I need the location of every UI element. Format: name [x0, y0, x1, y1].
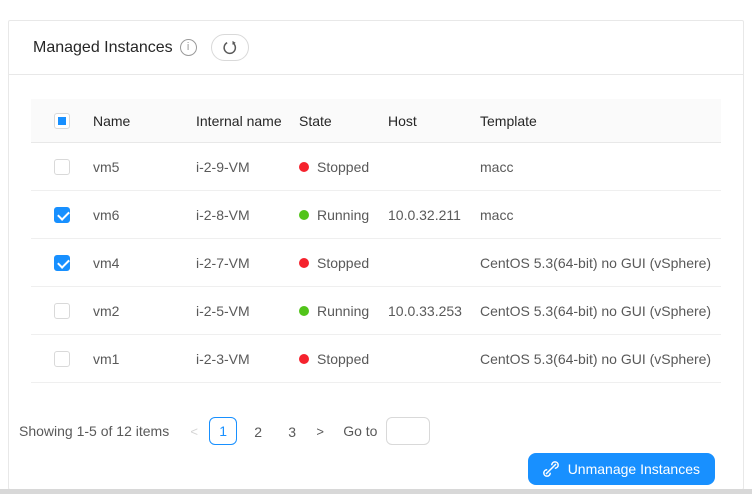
row-checkbox-cell — [31, 350, 93, 367]
goto-label: Go to — [343, 423, 378, 439]
state-dot — [299, 161, 309, 172]
table-row: vm6 i-2-8-VM Running 10.0.32.211 macc — [31, 191, 721, 239]
state-dot — [299, 257, 309, 268]
state-dot — [299, 305, 309, 316]
next-page-icon[interactable]: > — [309, 424, 331, 439]
table-header-row: Name Internal name State Host Template — [31, 99, 721, 143]
row-checkbox[interactable] — [54, 158, 70, 175]
cell-template: macc — [480, 206, 514, 223]
row-checkbox-cell — [31, 206, 93, 223]
pagination-pages: 123 — [205, 417, 309, 445]
cell-state-label: Stopped — [317, 350, 370, 367]
cell-state: Stopped — [299, 255, 388, 271]
cell-host: 10.0.33.253 — [388, 302, 462, 319]
pagination: Showing 1-5 of 12 items < 123 > Go to — [19, 416, 721, 446]
reload-icon — [222, 40, 237, 55]
row-checkbox-cell — [31, 302, 93, 319]
cell-internal-name: i-2-7-VM — [196, 254, 250, 271]
cell-template: CentOS 5.3(64-bit) no GUI (vSphere) — [480, 302, 712, 319]
goto-page-input[interactable] — [386, 417, 431, 445]
card-body: Name Internal name State Host Template v… — [9, 75, 743, 485]
page-button-1[interactable]: 1 — [209, 417, 238, 445]
cell-state: Stopped — [299, 351, 388, 367]
state-dot — [299, 209, 309, 220]
cell-template: CentOS 5.3(64-bit) no GUI (vSphere) — [480, 254, 712, 271]
cell-name: vm1 — [93, 350, 120, 367]
refresh-button[interactable] — [210, 34, 249, 61]
cell-host: 10.0.32.211 — [388, 206, 461, 223]
cell-template: CentOS 5.3(64-bit) no GUI (vSphere) — [480, 350, 712, 367]
page-button-2[interactable]: 2 — [245, 418, 271, 444]
table-row: vm4 i-2-7-VM Stopped CentOS 5.3(64-bit) … — [31, 239, 721, 287]
info-icon[interactable]: i — [179, 39, 197, 56]
cell-state-label: Stopped — [317, 158, 370, 175]
cell-name: vm4 — [93, 254, 120, 271]
card-header: Managed Instances i — [9, 21, 743, 75]
cell-state-label: Running — [317, 302, 370, 319]
row-checkbox[interactable] — [54, 302, 70, 319]
page-title: Managed Instances — [33, 38, 173, 56]
page-button-3[interactable]: 3 — [279, 418, 305, 444]
unmanage-instances-button[interactable]: Unmanage Instances — [527, 453, 715, 485]
cell-state: Stopped — [299, 159, 388, 175]
bottom-divider — [0, 489, 752, 494]
table-row: vm2 i-2-5-VM Running 10.0.33.253 CentOS … — [31, 287, 721, 335]
row-checkbox-cell — [31, 158, 93, 175]
select-all-cell — [31, 112, 93, 129]
pagination-summary: Showing 1-5 of 12 items — [19, 423, 170, 439]
state-dot — [299, 353, 309, 364]
column-header-name: Name — [93, 112, 131, 129]
cell-internal-name: i-2-8-VM — [196, 206, 250, 223]
cell-name: vm6 — [93, 206, 120, 223]
cell-state-label: Running — [317, 206, 370, 223]
column-header-host: Host — [388, 112, 417, 129]
cell-state: Running — [299, 207, 388, 223]
row-checkbox[interactable] — [54, 350, 70, 367]
cell-name: vm2 — [93, 302, 120, 319]
row-checkbox[interactable] — [54, 254, 70, 271]
card-footer: Unmanage Instances — [31, 453, 721, 485]
row-checkbox[interactable] — [54, 206, 70, 223]
table-row: vm5 i-2-9-VM Stopped macc — [31, 143, 721, 191]
unmanage-instances-label: Unmanage Instances — [567, 461, 700, 477]
managed-instances-card: Managed Instances i Name Internal name S… — [8, 20, 744, 490]
cell-state-label: Stopped — [317, 254, 370, 271]
table-body: vm5 i-2-9-VM Stopped macc vm6 i-2-8-VM R… — [31, 143, 721, 383]
cell-template: macc — [480, 158, 514, 175]
column-header-template: Template — [480, 112, 537, 129]
column-header-internal-name: Internal name — [196, 112, 282, 129]
cell-state: Running — [299, 303, 388, 319]
prev-page-icon[interactable]: < — [183, 424, 205, 439]
select-all-checkbox[interactable] — [54, 112, 70, 129]
table-row: vm1 i-2-3-VM Stopped CentOS 5.3(64-bit) … — [31, 335, 721, 383]
cell-internal-name: i-2-9-VM — [196, 158, 250, 175]
cell-name: vm5 — [93, 158, 120, 175]
cell-internal-name: i-2-3-VM — [196, 350, 250, 367]
column-header-state: State — [299, 112, 332, 129]
page: Managed Instances i Name Internal name S… — [0, 0, 752, 494]
row-checkbox-cell — [31, 254, 93, 271]
cell-internal-name: i-2-5-VM — [196, 302, 250, 319]
disconnect-icon — [542, 461, 559, 477]
